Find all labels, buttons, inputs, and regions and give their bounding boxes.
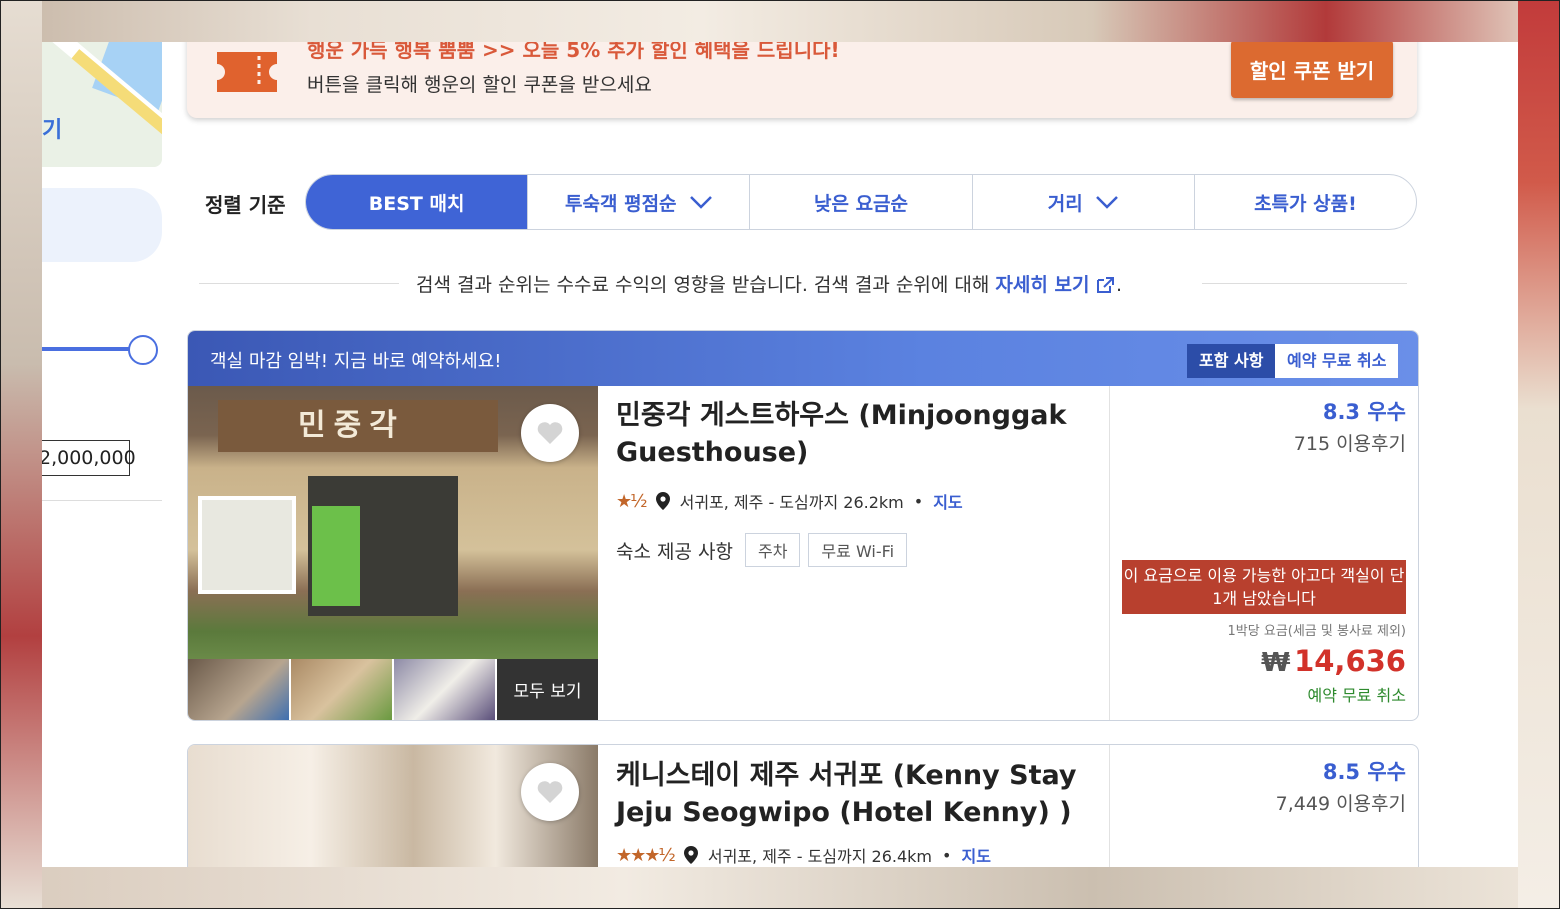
- map-link[interactable]: 지도: [933, 489, 962, 513]
- price-slider-handle[interactable]: [128, 335, 158, 365]
- sort-tab-label: 거리: [1047, 192, 1083, 215]
- chevron-down-icon: [1095, 196, 1118, 209]
- sort-tab-lowest-price[interactable]: 낮은 요금순: [749, 175, 971, 229]
- sort-tab-best-match[interactable]: BEST 매치: [306, 175, 528, 229]
- star-rating: ★½: [616, 490, 648, 512]
- price: ₩14,636: [1261, 644, 1406, 678]
- learn-more-label: 자세히 보기: [995, 274, 1090, 296]
- property-card[interactable]: 객실 마감 임박! 지금 바로 예약하세요! 포함 사항 예약 무료 취소 민중…: [187, 330, 1419, 721]
- map-link[interactable]: 지도: [961, 843, 990, 867]
- ranking-disclosure: 검색 결과 순위는 수수료 수익의 영향을 받습니다. 검색 결과 순위에 대해…: [416, 270, 1122, 297]
- divider-right: [1202, 283, 1407, 284]
- property-card[interactable]: 케니스테이 제주 서귀포 (Kenny Stay Jeju Seogwipo (…: [187, 744, 1419, 867]
- map-thumbnail[interactable]: 기: [42, 42, 162, 167]
- divider-left: [199, 283, 399, 284]
- photo-window: [198, 496, 296, 594]
- included-label: 포함 사항: [1187, 344, 1276, 378]
- sort-tab-label: BEST 매치: [368, 192, 465, 215]
- property-info: 케니스테이 제주 서귀포 (Kenny Stay Jeju Seogwipo (…: [616, 757, 1106, 867]
- urgency-banner: 객실 마감 임박! 지금 바로 예약하세요! 포함 사항 예약 무료 취소: [188, 331, 1418, 386]
- promo-banner: 행운 가득 행복 뿜뿜 >> 오늘 5% 추가 할인 혜택을 드립니다! 버튼을…: [187, 42, 1417, 118]
- photo-banner: [312, 506, 360, 606]
- favorite-button[interactable]: [521, 763, 579, 821]
- property-location: 서귀포, 제주 - 도심까지 26.2km: [679, 493, 904, 512]
- amenity-tag: 주차: [744, 533, 801, 567]
- review-score: 8.5 우수: [1322, 760, 1406, 784]
- property-info: 민중각 게스트하우스 (Minjoonggak Guesthouse) ★½ 서…: [616, 397, 1096, 567]
- disclosure-text: 검색 결과 순위는 수수료 수익의 영향을 받습니다. 검색 결과 순위에 대해: [416, 274, 990, 296]
- thumbnail-photo[interactable]: [188, 659, 289, 720]
- background-top: [0, 0, 1560, 42]
- sort-tab-distance[interactable]: 거리: [971, 175, 1194, 229]
- learn-more-link[interactable]: 자세히 보기: [995, 274, 1116, 296]
- included-free-cancel: 예약 무료 취소: [1275, 344, 1399, 378]
- urgency-message: 객실 마감 임박! 지금 바로 예약하세요!: [210, 351, 502, 372]
- property-meta: ★★★½ 서귀포, 제주 - 도심까지 26.4km • 지도: [616, 843, 1106, 867]
- page-content: 기 2,000,000 행운 가득 행복 뿜뿜 >> 오늘 5% 추가 할인 혜…: [42, 42, 1518, 867]
- view-all-photos-button[interactable]: 모두 보기: [497, 659, 598, 720]
- price-amount: 14,636: [1294, 644, 1406, 678]
- thumbnail-photo[interactable]: [291, 659, 392, 720]
- chevron-down-icon: [689, 196, 712, 209]
- map-label: 기: [42, 118, 63, 143]
- promo-subtext: 버튼을 클릭해 행운의 할인 쿠폰을 받으세요: [307, 74, 652, 96]
- sidebar-filter-pill[interactable]: [42, 188, 162, 262]
- heart-icon: [537, 781, 563, 803]
- review-count[interactable]: 715 이용후기: [1294, 429, 1406, 456]
- property-title[interactable]: 케니스테이 제주 서귀포 (Kenny Stay Jeju Seogwipo (…: [616, 757, 1106, 831]
- property-photo[interactable]: [188, 745, 598, 867]
- guesthouse-sign: 민중각: [218, 400, 498, 452]
- background-left: [0, 0, 42, 909]
- amenities-label: 숙소 제공 사항: [616, 540, 733, 563]
- rooms-left-alert: 이 요금으로 이용 가능한 아고다 객실이 단 1개 남았습니다: [1122, 560, 1406, 614]
- price-column: 8.5 우수 7,449 이용후기: [1109, 745, 1418, 867]
- disclosure-tail: .: [1116, 274, 1123, 296]
- thumbnail-photo[interactable]: [394, 659, 495, 720]
- per-night-note: 1박당 요금(세금 및 봉사료 제외): [1227, 624, 1406, 639]
- sort-tab-label: 낮은 요금순: [814, 192, 909, 215]
- sort-tab-label: 초특가 상품!: [1254, 192, 1357, 215]
- background-bottom: [0, 867, 1560, 909]
- background-right: [1518, 0, 1560, 909]
- property-title[interactable]: 민중각 게스트하우스 (Minjoonggak Guesthouse): [616, 397, 1096, 471]
- dot-separator: •: [942, 845, 952, 865]
- price-column: 8.3 우수 715 이용후기 이 요금으로 이용 가능한 아고다 객실이 단 …: [1109, 386, 1418, 720]
- review-score: 8.3 우수: [1322, 400, 1406, 424]
- sidebar-divider: [42, 500, 162, 501]
- property-location: 서귀포, 제주 - 도심까지 26.4km: [707, 847, 933, 866]
- sort-tab-label: 투숙객 평점순: [565, 192, 677, 215]
- sort-tab-guest-rating[interactable]: 투숙객 평점순: [527, 175, 749, 229]
- coupon-icon: [217, 52, 277, 92]
- sort-tabs: BEST 매치 투숙객 평점순 낮은 요금순 거리 초특가 상품!: [305, 174, 1417, 230]
- photo-thumbnails: 모두 보기: [188, 659, 598, 720]
- heart-icon: [537, 422, 563, 444]
- currency-symbol: ₩: [1261, 648, 1291, 678]
- dot-separator: •: [913, 491, 924, 511]
- amenity-tag: 무료 Wi-Fi: [808, 533, 908, 567]
- review-count[interactable]: 7,449 이용후기: [1276, 789, 1406, 816]
- amenities: 숙소 제공 사항 주차 무료 Wi-Fi: [616, 533, 1096, 567]
- promo-headline: 행운 가득 행복 뿜뿜 >> 오늘 5% 추가 할인 혜택을 드립니다!: [307, 42, 840, 62]
- free-cancel-note: 예약 무료 취소: [1307, 686, 1407, 705]
- external-link-icon: [1097, 277, 1115, 293]
- property-meta: ★½ 서귀포, 제주 - 도심까지 26.2km • 지도: [616, 489, 1096, 513]
- max-price-input[interactable]: 2,000,000: [42, 440, 136, 476]
- sort-label: 정렬 기준: [205, 193, 286, 217]
- location-pin-icon: [655, 492, 670, 510]
- price-slider-track[interactable]: [42, 347, 132, 351]
- star-rating: ★★★½: [616, 844, 676, 866]
- favorite-button[interactable]: [521, 404, 579, 462]
- get-coupon-button[interactable]: 할인 쿠폰 받기: [1231, 42, 1393, 98]
- property-photo[interactable]: 민중각: [188, 386, 598, 659]
- location-pin-icon: [683, 846, 698, 864]
- sort-tab-hot-deals[interactable]: 초특가 상품!: [1193, 175, 1416, 229]
